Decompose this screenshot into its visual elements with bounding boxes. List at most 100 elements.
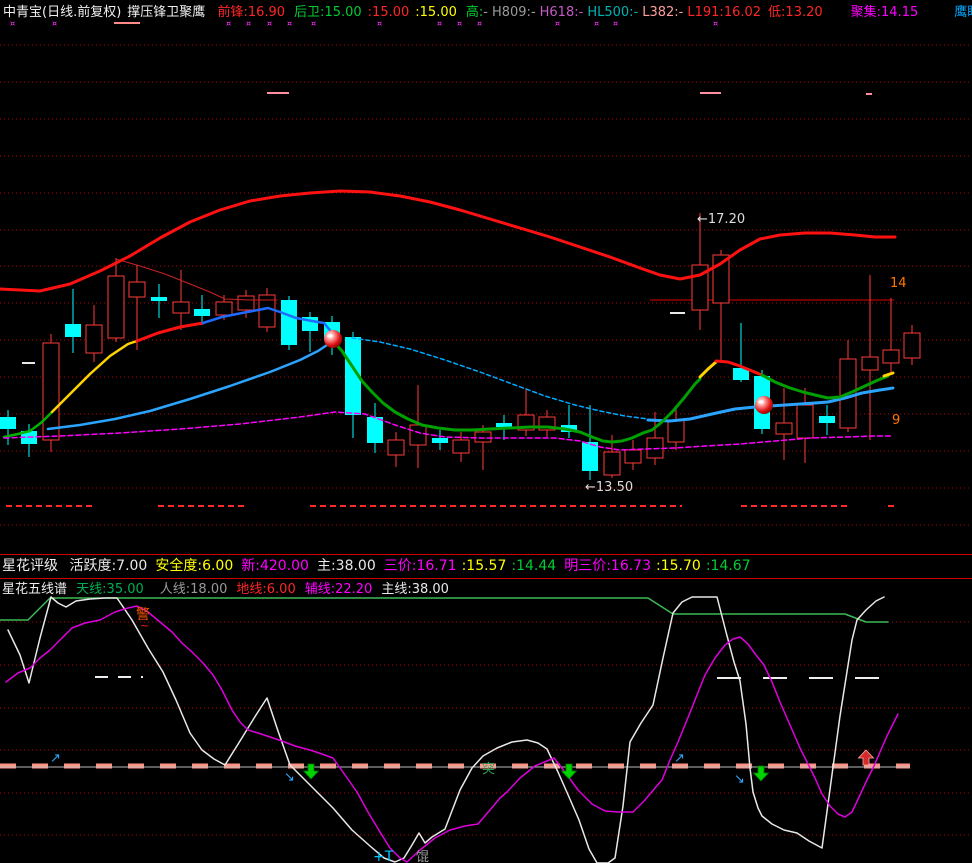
breakout-glyph: 突 bbox=[482, 761, 495, 777]
candle-body bbox=[194, 309, 210, 316]
ball-highlight bbox=[327, 334, 333, 338]
candle-body bbox=[432, 438, 448, 443]
yellow-tip-line bbox=[884, 373, 893, 376]
indicator-underline bbox=[114, 22, 140, 24]
candle-body bbox=[668, 420, 684, 442]
field: 高:- bbox=[466, 5, 488, 20]
candle-body bbox=[173, 302, 189, 313]
lower-green-top-line bbox=[0, 598, 888, 622]
green-mid-line bbox=[333, 341, 700, 442]
candle-body bbox=[367, 417, 383, 443]
field: 低:13.20 bbox=[768, 5, 823, 20]
candle-body bbox=[86, 325, 102, 353]
field: :14.44 bbox=[511, 558, 556, 574]
sell-arrow-icon bbox=[304, 764, 319, 779]
candle-body bbox=[453, 440, 469, 453]
field: 聚集:14.15 bbox=[851, 5, 919, 20]
field: 前锋:16.90 bbox=[217, 5, 285, 20]
stock-title[interactable]: 中青宝(日线.前复权) bbox=[3, 5, 121, 20]
field: L191:16.02 bbox=[687, 5, 761, 20]
field: :15.00 bbox=[368, 5, 410, 20]
candle-body bbox=[410, 425, 426, 445]
app-window: ←17.20←13.50149警~突+T馄↗↘↗↘¤¤¤¤¤¤¤¤¤¤¤¤¤¤¤… bbox=[0, 0, 972, 863]
candlestick-chart-canvas[interactable]: ←17.20←13.50149警~突+T馄↗↘↗↘¤¤¤¤¤¤¤¤¤¤¤¤¤¤¤ bbox=[0, 0, 972, 863]
sell-signal-ball-icon bbox=[755, 396, 773, 414]
staff-band-fields: 天线:35.00 人线:18.00 地线:6.00 辅线:22.20 主线:38.00 bbox=[71, 582, 449, 597]
field: :14.67 bbox=[706, 558, 751, 574]
lower-white-main-line bbox=[8, 597, 884, 863]
field: 天线:35.00 bbox=[76, 582, 144, 597]
field: 主线:38.00 bbox=[381, 582, 449, 597]
candle-body bbox=[776, 423, 792, 434]
ball-highlight bbox=[758, 400, 764, 404]
candle-body bbox=[797, 405, 813, 438]
field: 地线:6.00 bbox=[236, 582, 295, 597]
indicator-name[interactable]: 撑压锋卫聚鹰 bbox=[127, 5, 205, 20]
field: :15.57 bbox=[462, 558, 507, 574]
candle-body bbox=[496, 423, 512, 427]
field: 新:420.00 bbox=[241, 558, 309, 574]
sell-arrow-icon bbox=[562, 764, 577, 779]
candle-body bbox=[388, 440, 404, 455]
candle-body bbox=[625, 450, 641, 463]
buy-arrow-icon bbox=[859, 750, 874, 765]
candle-body bbox=[582, 442, 598, 471]
field: 明三价:16.73 bbox=[564, 558, 651, 574]
candle-body bbox=[862, 357, 878, 370]
up-right-arrow-icon: ↗ bbox=[674, 751, 685, 766]
candle-body bbox=[43, 343, 59, 440]
candle-body bbox=[475, 432, 491, 442]
lower-magenta-line bbox=[6, 606, 898, 862]
field: 主:38.00 bbox=[317, 558, 376, 574]
gray-glyph: 馄 bbox=[416, 850, 429, 863]
candle-body bbox=[151, 297, 167, 301]
field: :15.00 bbox=[415, 5, 457, 20]
field: H809:- bbox=[492, 5, 536, 20]
candle-body bbox=[819, 416, 835, 423]
down-right-arrow-icon: ↘ bbox=[734, 772, 745, 787]
price-callout-low: ←13.50 bbox=[585, 480, 633, 495]
green-right-line bbox=[762, 375, 888, 398]
price-callout-high: ←17.20 bbox=[697, 212, 745, 227]
field: 鹰眼:14.84 bbox=[954, 5, 972, 20]
candle-body bbox=[281, 300, 297, 345]
axis-price-14: 14 bbox=[890, 276, 907, 291]
cyan-dashed-line bbox=[352, 338, 648, 419]
field: 三价:16.71 bbox=[384, 558, 457, 574]
rating-indicator-band: 星花评级 活跃度:7.00 安全度:6.00 新:420.00 主:38.00 三价:1… bbox=[0, 554, 972, 578]
field: 安全度:6.00 bbox=[155, 558, 233, 574]
yellow-right-line bbox=[700, 362, 716, 377]
up-right-arrow-icon: ↗ bbox=[50, 751, 61, 766]
staff-indicator-band: 星花五线谱 天线:35.00 人线:18.00 地线:6.00 辅线:22.20 主线:… bbox=[0, 578, 972, 600]
red-mid-line bbox=[137, 323, 203, 341]
field: H618:- bbox=[540, 5, 584, 20]
alert-underline: ~ bbox=[140, 619, 149, 632]
axis-price-9: 9 bbox=[892, 413, 900, 428]
field: 后卫:15.00 bbox=[294, 5, 362, 20]
candle-body bbox=[108, 276, 124, 338]
candle-body bbox=[883, 350, 899, 363]
rating-band-title[interactable]: 星花评级 bbox=[2, 558, 58, 574]
rating-band-fields: 活跃度:7.00 安全度:6.00 新:420.00 主:38.00 三价:16.71:… bbox=[62, 558, 750, 574]
candle-body bbox=[65, 324, 81, 337]
field: L382:- bbox=[642, 5, 683, 20]
field: :15.70 bbox=[656, 558, 701, 574]
field: HL500:- bbox=[587, 5, 638, 20]
titlebar-fields: 前锋:16.90 后卫:15.00 :15.00 :15.00 高:- H809:- H61… bbox=[209, 5, 972, 20]
titlebar: 中青宝(日线.前复权) 撑压锋卫聚鹰 前锋:16.90 后卫:15.00 :15.00… bbox=[0, 0, 972, 29]
candle-body bbox=[129, 282, 145, 297]
candle-body bbox=[604, 452, 620, 475]
plus-t-glyph: +T bbox=[373, 849, 394, 863]
candle-body bbox=[238, 296, 254, 310]
upper-band-red-line bbox=[0, 191, 895, 291]
field: 人线:18.00 bbox=[160, 582, 228, 597]
sell-signal-ball-icon bbox=[324, 330, 342, 348]
field: 活跃度:7.00 bbox=[69, 558, 147, 574]
candle-body bbox=[216, 302, 232, 315]
lightblue-rise-line bbox=[48, 343, 330, 429]
field: 辅线:22.20 bbox=[305, 582, 373, 597]
candle-body bbox=[0, 417, 16, 429]
staff-band-title[interactable]: 星花五线谱 bbox=[2, 582, 67, 597]
down-right-arrow-icon: ↘ bbox=[284, 770, 295, 785]
sell-arrow-icon bbox=[754, 766, 769, 781]
